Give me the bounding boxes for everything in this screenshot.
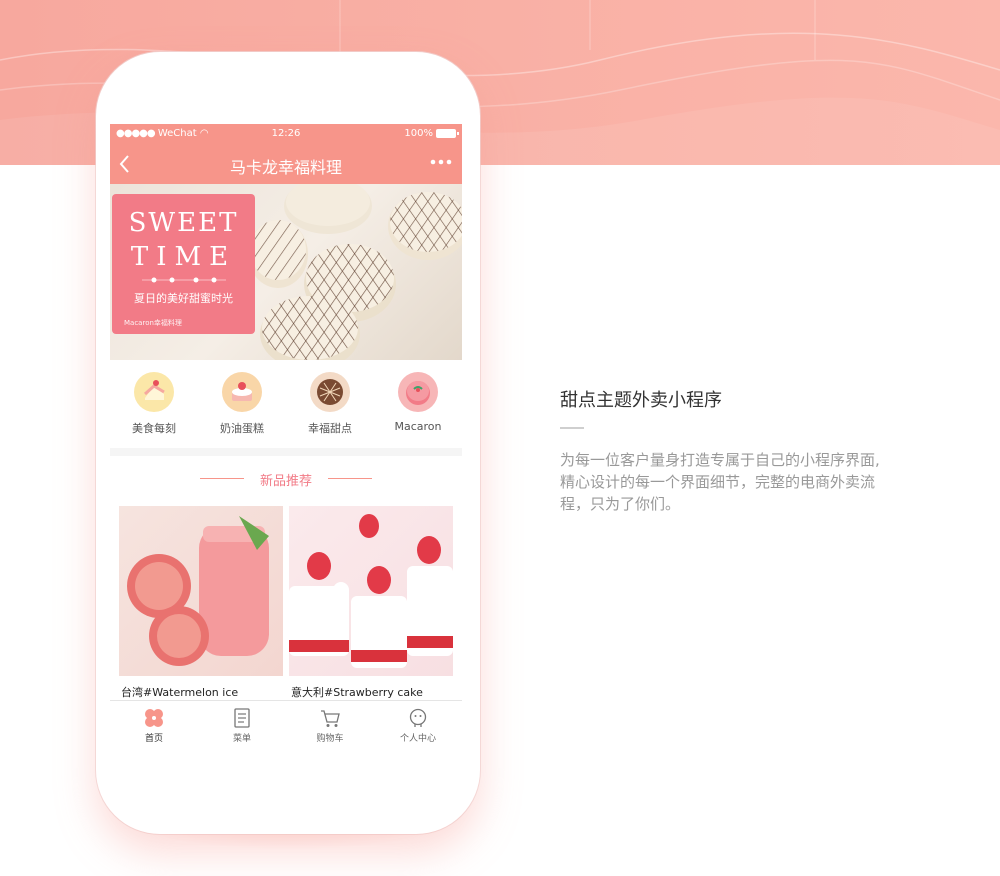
category-label: 美食每刻 [132,422,176,435]
side-divider [560,427,584,429]
product-name: 台湾#Watermelon ice [121,686,239,699]
status-bar: ●●●●● WeChat ◠ 12:26 100% [110,124,462,144]
banner[interactable]: SWEET TIME 夏日的美好甜蜜时光 Macaron幸福料理 [110,184,462,360]
battery: 100% [404,128,459,139]
page-title: 马卡龙幸福料理 [229,158,342,177]
category-item[interactable]: Macaron [374,360,462,448]
tab-label: 菜单 [232,734,251,744]
category-item[interactable]: 美食每刻 [110,360,198,448]
cream-cake-icon [222,372,262,412]
category-label: 幸福甜点 [308,422,352,435]
app-screen: ●●●●● WeChat ◠ 12:26 100% 马卡龙幸福料理 SWEET … [110,124,462,746]
banner-title-line1: SWEET [128,208,239,238]
macaron-icon [398,372,438,412]
section-title: 新品推荐 [259,474,312,489]
home-clover-icon [145,709,163,727]
product-card[interactable]: 意大利#Strawberry cake [289,506,453,700]
tab-label: 个人中心 [399,734,436,744]
tab-label: 首页 [144,734,163,744]
banner-subtitle: 夏日的美好甜蜜时光 [134,292,233,305]
category-item[interactable]: 幸福甜点 [286,360,374,448]
section-header: 新品推荐 [110,456,462,500]
category-item[interactable]: 奶油蛋糕 [198,360,286,448]
tab-menu[interactable]: 菜单 [198,701,286,746]
product-image [289,506,453,676]
cart-icon [321,710,340,727]
tab-cart[interactable]: 购物车 [286,701,374,746]
tab-bar: 首页 菜单 购物车 个人中心 [110,700,462,746]
category-label: Macaron [394,420,442,433]
battery-label: 100% [404,128,433,139]
flower-divider-icon [142,277,226,283]
banner-brand: Macaron幸福料理 [124,319,182,327]
product-card[interactable]: 台湾#Watermelon ice [119,506,283,700]
chocolate-cake-icon [310,372,350,412]
category-label: 奶油蛋糕 [220,422,264,435]
tab-profile[interactable]: 个人中心 [374,701,462,746]
banner-card: SWEET TIME 夏日的美好甜蜜时光 Macaron幸福料理 [112,194,255,334]
category-row: 美食每刻 奶油蛋糕 幸福甜点 Macaron [110,360,462,448]
product-image [119,506,283,676]
product-name: 意大利#Strawberry cake [291,686,423,699]
tab-home[interactable]: 首页 [110,701,198,746]
side-description: 为每一位客户量身打造专属于自己的小程序界面,精心设计的每一个界面细节，完整的电商… [560,451,880,513]
tab-label: 购物车 [316,734,344,744]
more-dots-icon[interactable] [430,150,452,175]
cake-slice-icon [134,372,174,412]
product-grid: 台湾#Watermelon ice 意大利#Strawberry cake [110,500,462,700]
section-divider-right [328,478,372,479]
nav-bar: 马卡龙幸福料理 [110,144,462,184]
side-title: 甜点主题外卖小程序 [560,390,722,411]
profile-icon [409,708,427,727]
banner-title-line2: TIME [130,242,237,272]
battery-icon [436,129,459,138]
menu-list-icon [234,708,250,728]
